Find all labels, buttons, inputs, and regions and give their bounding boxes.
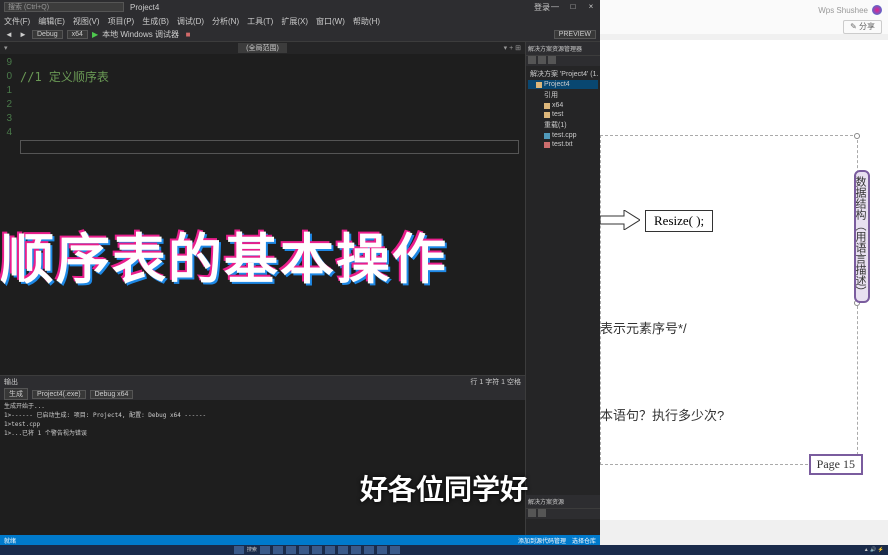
video-title-overlay: 顺序表的基本操作 xyxy=(0,215,448,294)
taskbar-app[interactable] xyxy=(312,546,322,554)
output-title: 输出 xyxy=(4,377,18,387)
menu-view[interactable]: 视图(V) xyxy=(73,16,100,27)
output-project-dropdown[interactable]: Project4(.exe) xyxy=(32,390,86,399)
tree-item[interactable]: 引用 xyxy=(528,89,598,101)
play-icon[interactable]: ▶ xyxy=(92,30,98,39)
preview-badge: PREVIEW xyxy=(554,30,596,39)
solution-root[interactable]: 解决方案 'Project4' (1... xyxy=(528,68,598,80)
video-subtitle: 好各位同学好 xyxy=(0,468,888,508)
menu-project[interactable]: 项目(P) xyxy=(108,16,135,27)
status-source-control[interactable]: 添加到源代码管理 xyxy=(518,536,566,545)
output-toolbar: 生成 Project4(.exe) Debug x64 xyxy=(0,388,525,400)
menu-bar: 文件(F) 编辑(E) 视图(V) 项目(P) 生成(B) 调试(D) 分析(N… xyxy=(0,14,600,28)
taskbar-app[interactable] xyxy=(377,546,387,554)
title-bar[interactable]: 搜索 (Ctrl+Q) Project4 登录 — □ × xyxy=(0,0,600,14)
taskbar-app[interactable] xyxy=(273,546,283,554)
stop-icon[interactable]: ■ xyxy=(183,30,193,40)
group-icon[interactable] xyxy=(538,509,546,517)
config-dropdown[interactable]: Debug xyxy=(32,30,63,39)
system-tray[interactable]: ▲ 🔊 ⚡ xyxy=(864,547,884,553)
maximize-icon[interactable]: □ xyxy=(568,2,578,12)
output-header: 输出 行 1 字符 1 空格 xyxy=(0,376,525,388)
menu-analyze[interactable]: 分析(N) xyxy=(212,16,239,27)
project-icon xyxy=(536,82,542,88)
status-bar: 就绪 添加到源代码管理 选择仓库 xyxy=(0,535,600,545)
search-input[interactable]: 搜索 (Ctrl+Q) xyxy=(4,2,124,12)
taskbar-app[interactable] xyxy=(338,546,348,554)
forward-icon[interactable]: ► xyxy=(18,30,28,40)
editor-breadcrumb-bar: ▾ (全局范围) ▾ + ⊞ xyxy=(0,42,525,54)
output-panel: 输出 行 1 字符 1 空格 生成 Project4(.exe) Debug x… xyxy=(0,375,525,535)
menu-window[interactable]: 窗口(W) xyxy=(316,16,345,27)
run-label[interactable]: 本地 Windows 调试器 xyxy=(102,29,179,40)
user-name: Wps Shushee xyxy=(818,6,868,15)
taskbar-app[interactable] xyxy=(390,546,400,554)
globe-icon[interactable] xyxy=(872,5,882,15)
start-button[interactable] xyxy=(234,546,244,554)
menu-file[interactable]: 文件(F) xyxy=(4,16,30,27)
close-icon[interactable]: × xyxy=(586,2,596,12)
taskbar-app[interactable] xyxy=(286,546,296,554)
menu-edit[interactable]: 编辑(E) xyxy=(38,16,65,27)
taskbar-app[interactable] xyxy=(325,546,335,554)
cursor-location: 行 1 字符 1 空格 xyxy=(470,377,521,387)
scope-dropdown[interactable]: (全局范围) xyxy=(238,43,287,53)
txt-icon xyxy=(544,142,550,148)
menu-extensions[interactable]: 扩展(X) xyxy=(281,16,308,27)
folder-icon xyxy=(544,112,550,118)
windows-taskbar[interactable]: 搜索 ▲ 🔊 ⚡ xyxy=(0,545,888,555)
properties-toolbar xyxy=(526,509,600,519)
taskbar-search[interactable]: 搜索 xyxy=(247,546,257,554)
doc-titlebar: Wps Shushee xyxy=(600,0,888,20)
text-fragment: 表示元素序号*/ xyxy=(600,318,687,337)
menu-build[interactable]: 生成(B) xyxy=(142,16,169,27)
collapse-icon[interactable] xyxy=(548,56,556,64)
menu-tools[interactable]: 工具(T) xyxy=(247,16,273,27)
solution-toolbar xyxy=(526,56,600,66)
document-window: Wps Shushee ✎ 分享 数据结构（用语言描述） Resize( ); … xyxy=(600,0,888,545)
output-source-dropdown[interactable]: 生成 xyxy=(4,388,28,400)
toolbar: ◄ ► Debug x64 ▶ 本地 Windows 调试器 ■ PREVIEW xyxy=(0,28,600,42)
menu-debug[interactable]: 调试(D) xyxy=(177,16,204,27)
taskbar-app[interactable] xyxy=(260,546,270,554)
resize-handle[interactable] xyxy=(854,133,860,139)
back-icon[interactable]: ◄ xyxy=(4,30,14,40)
sort-icon[interactable] xyxy=(528,509,536,517)
tree-item[interactable]: 重载(1) xyxy=(528,119,598,131)
tree-item[interactable]: test.txt xyxy=(528,140,598,149)
menu-help[interactable]: 帮助(H) xyxy=(353,16,380,27)
account-label[interactable]: 登录 xyxy=(534,2,550,13)
solution-explorer-header[interactable]: 解决方案资源管理器 xyxy=(526,42,600,56)
minimize-icon[interactable]: — xyxy=(550,2,560,12)
status-repo[interactable]: 选择仓库 xyxy=(572,536,596,545)
tree-item[interactable]: x64 xyxy=(528,101,598,110)
taskbar-app[interactable] xyxy=(351,546,361,554)
platform-dropdown[interactable]: x64 xyxy=(67,30,88,39)
side-label: 数据结构（用语言描述） xyxy=(854,170,870,303)
tree-item[interactable]: test.cpp xyxy=(528,131,598,140)
share-button[interactable]: ✎ 分享 xyxy=(843,20,882,34)
project-name: Project4 xyxy=(130,3,159,12)
cpp-icon xyxy=(544,133,550,139)
side-panel: 解决方案资源管理器 解决方案 'Project4' (1... Project4… xyxy=(525,42,600,535)
folder-icon xyxy=(544,103,550,109)
cursor-line xyxy=(20,140,519,154)
code-line: //1 定义顺序表 xyxy=(20,70,519,84)
taskbar-app[interactable] xyxy=(364,546,374,554)
status-ready: 就绪 xyxy=(4,536,16,545)
refresh-icon[interactable] xyxy=(538,56,546,64)
home-icon[interactable] xyxy=(528,56,536,64)
doc-toolrow: ✎ 分享 xyxy=(600,20,888,34)
tree-item[interactable]: test xyxy=(528,110,598,119)
solution-tree[interactable]: 解决方案 'Project4' (1... Project4 引用 x64 te… xyxy=(526,66,600,151)
text-fragment: 本语句？执行多少次? xyxy=(600,405,724,424)
arrow-icon xyxy=(600,210,640,230)
output-config-dropdown[interactable]: Debug x64 xyxy=(90,390,134,399)
project-node[interactable]: Project4 xyxy=(528,80,598,89)
taskbar-app[interactable] xyxy=(299,546,309,554)
code-box: Resize( ); xyxy=(645,210,713,232)
slide-page[interactable]: 数据结构（用语言描述） Resize( ); 表示元素序号*/ 本语句？执行多少… xyxy=(600,40,888,520)
